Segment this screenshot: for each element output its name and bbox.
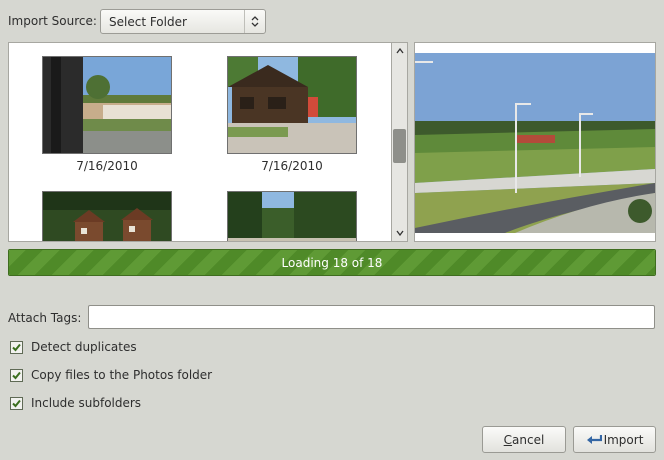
thumbnail-photo[interactable] [227, 191, 357, 241]
scroll-thumb[interactable] [393, 129, 406, 163]
progress-text: Loading 18 of 18 [281, 256, 383, 270]
include-subfolders-option[interactable]: Include subfolders [10, 396, 141, 410]
attach-tags-label: Attach Tags: [8, 311, 82, 325]
import-arrow-icon [586, 434, 602, 446]
attach-tags-input[interactable] [88, 305, 655, 329]
import-button[interactable]: Import [573, 426, 656, 453]
loading-progress-bar: Loading 18 of 18 [8, 249, 656, 276]
checkbox-checked-icon[interactable] [10, 340, 23, 354]
include-subfolders-label: Include subfolders [31, 396, 142, 410]
detect-duplicates-label: Detect duplicates [31, 340, 137, 354]
cancel-label: ancel [512, 432, 545, 447]
thumbnail-photo[interactable] [227, 56, 357, 154]
detect-duplicates-option[interactable]: Detect duplicates [10, 340, 137, 354]
thumbnail-photo[interactable] [42, 191, 172, 241]
import-source-select[interactable]: Select Folder [100, 9, 266, 34]
chevron-updown-icon [244, 10, 265, 33]
photo-preview [414, 42, 656, 242]
thumbnail-grid[interactable]: 7/16/2010 7/16/2010 [8, 42, 392, 242]
thumbnail-date: 7/16/2010 [261, 159, 323, 173]
import-label: Import [603, 432, 644, 447]
import-source-value: Select Folder [109, 14, 187, 29]
copy-files-label: Copy files to the Photos folder [31, 368, 213, 382]
scroll-down-arrow-icon[interactable] [392, 225, 407, 241]
thumbnail-photo[interactable] [42, 56, 172, 154]
import-source-label: Import Source: [8, 14, 97, 28]
cancel-button[interactable]: Cancel [482, 426, 566, 453]
checkbox-checked-icon[interactable] [10, 368, 23, 382]
cancel-mnemonic: C [503, 432, 513, 447]
scroll-up-arrow-icon[interactable] [392, 43, 407, 59]
thumbnail-date: 7/16/2010 [76, 159, 138, 173]
copy-files-option[interactable]: Copy files to the Photos folder [10, 368, 212, 382]
checkbox-checked-icon[interactable] [10, 396, 23, 410]
thumbnail-scrollbar[interactable] [392, 42, 408, 242]
